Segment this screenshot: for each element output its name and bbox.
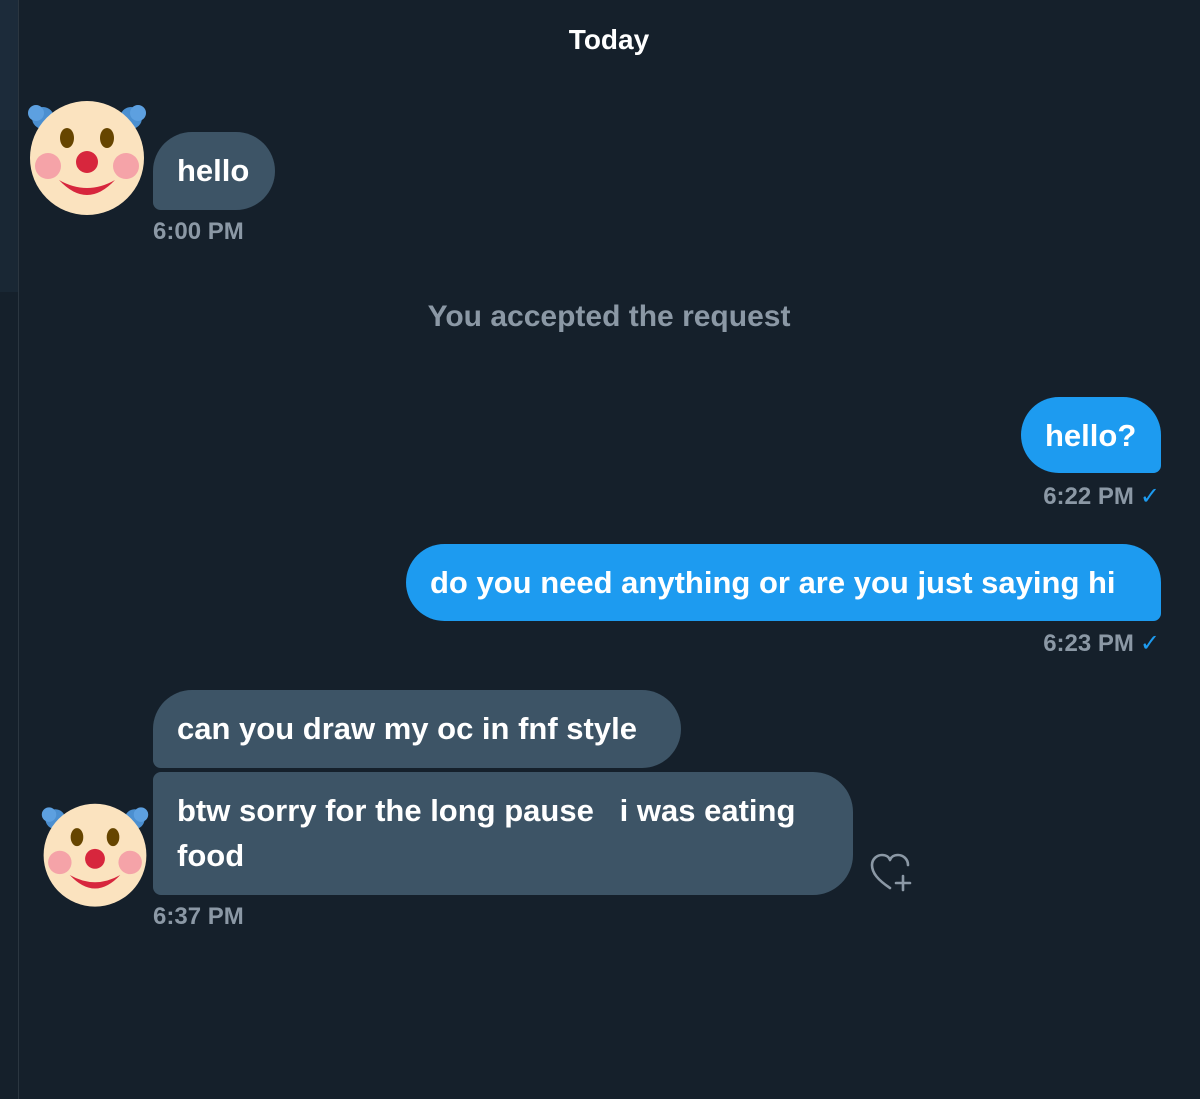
- incoming-message[interactable]: can you draw my oc in fnf style: [153, 690, 681, 768]
- checkmark-icon: ✓: [1139, 630, 1160, 657]
- sidebar-edge: [0, 0, 19, 1099]
- outgoing-message[interactable]: hello?: [1021, 397, 1161, 473]
- system-note: You accepted the request: [427, 300, 791, 333]
- message-text: can you draw my oc in fnf style: [177, 711, 637, 746]
- message-text: do you need anything or are you just say…: [430, 565, 1116, 600]
- message-timestamp: 6:22 PM ✓: [1043, 483, 1160, 510]
- checkmark-icon: ✓: [1139, 483, 1160, 510]
- incoming-message[interactable]: btw sorry for the long pause i was eatin…: [153, 772, 853, 895]
- sidebar-edge-mid: [0, 130, 18, 292]
- message-text: hello?: [1045, 418, 1137, 453]
- clown-face-icon[interactable]: [26, 100, 148, 220]
- clown-face-icon[interactable]: [40, 802, 150, 912]
- sidebar-edge-top: [0, 0, 18, 130]
- heart-plus-icon[interactable]: [868, 850, 918, 894]
- message-text: hello: [177, 153, 250, 188]
- message-timestamp: 6:00 PM: [153, 218, 244, 245]
- message-text-line: food: [177, 838, 245, 873]
- message-text-line: btw sorry for the long pause i was eatin…: [177, 793, 796, 828]
- day-divider: Today: [568, 24, 650, 55]
- message-timestamp: 6:23 PM ✓: [1043, 630, 1160, 657]
- incoming-message[interactable]: hello: [153, 132, 275, 210]
- outgoing-message[interactable]: do you need anything or are you just say…: [406, 544, 1161, 621]
- dm-conversation: Today hello 6:00 PM You accepted the req…: [0, 0, 1200, 1099]
- message-timestamp: 6:37 PM: [153, 903, 244, 930]
